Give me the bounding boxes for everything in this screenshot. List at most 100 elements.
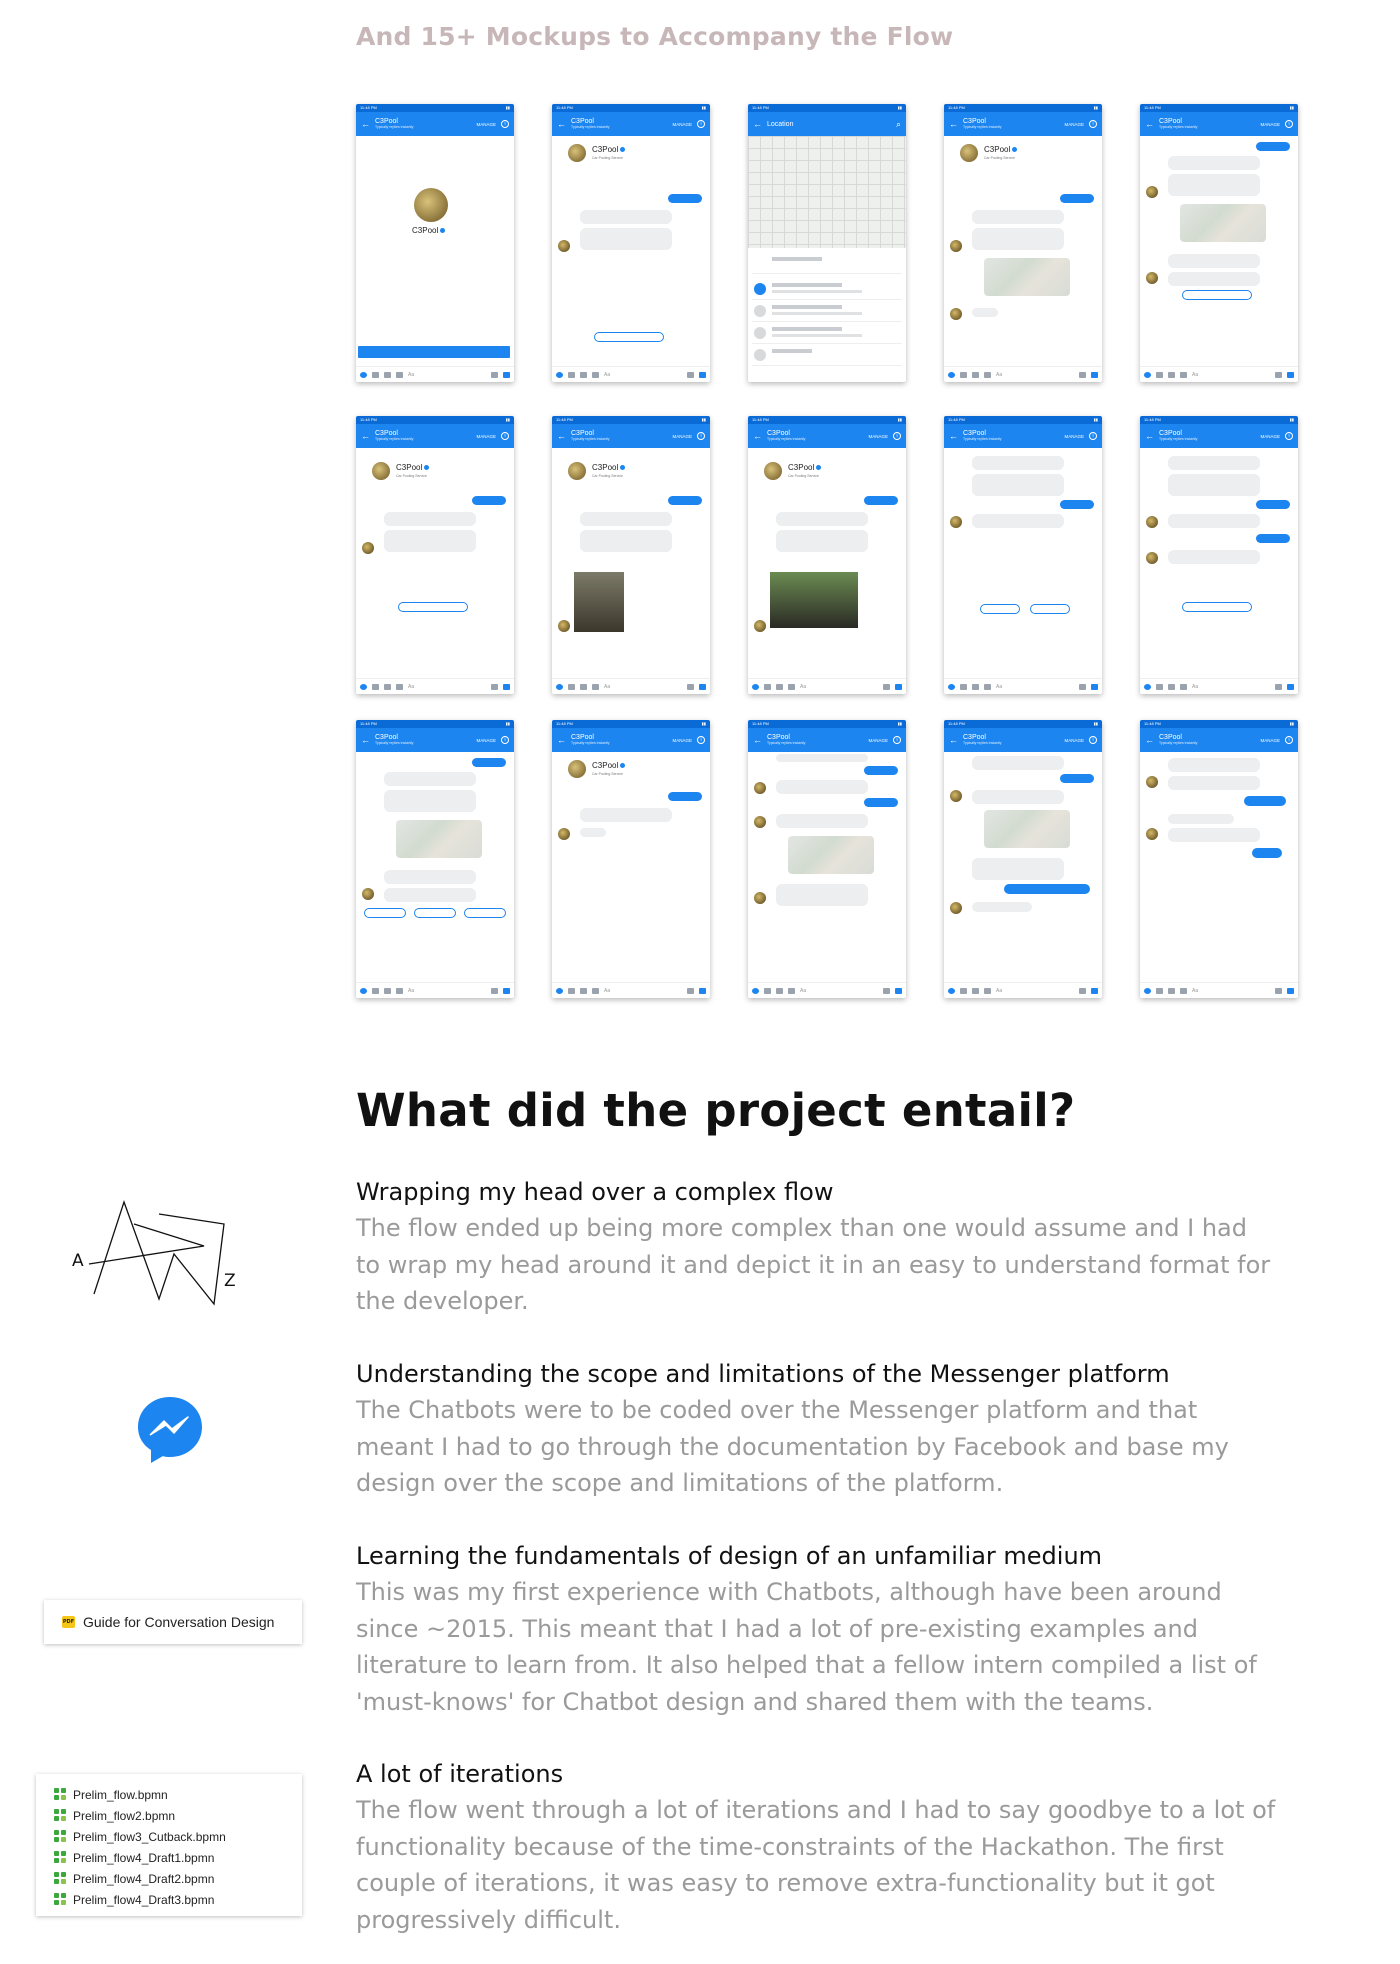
gallery-icon[interactable]	[384, 371, 391, 378]
camera-icon[interactable]	[1156, 371, 1163, 378]
emoji-icon[interactable]	[491, 371, 498, 378]
back-arrow-icon[interactable]: ←	[1145, 119, 1154, 129]
location-map[interactable]	[748, 136, 906, 248]
file-row[interactable]: Prelim_flow.bpmn	[54, 1784, 302, 1805]
mic-icon[interactable]	[984, 683, 991, 690]
info-icon[interactable]: i	[697, 736, 705, 744]
info-icon[interactable]: i	[1089, 736, 1097, 744]
message-input[interactable]: Aa	[604, 684, 682, 690]
manage-button[interactable]: MANAGE	[672, 738, 692, 743]
emoji-icon[interactable]	[1275, 987, 1282, 994]
get-started-button[interactable]	[358, 346, 510, 358]
camera-icon[interactable]	[568, 683, 575, 690]
gallery-icon[interactable]	[1168, 371, 1175, 378]
message-input[interactable]: Aa	[408, 372, 486, 378]
manage-button[interactable]: MANAGE	[1064, 434, 1084, 439]
emoji-icon[interactable]	[491, 987, 498, 994]
back-arrow-icon[interactable]: ←	[1145, 735, 1154, 745]
add-icon[interactable]	[360, 683, 367, 690]
camera-icon[interactable]	[372, 371, 379, 378]
info-icon[interactable]: i	[697, 120, 705, 128]
add-icon[interactable]	[1144, 683, 1151, 690]
add-icon[interactable]	[948, 371, 955, 378]
back-arrow-icon[interactable]: ←	[753, 431, 762, 441]
gallery-icon[interactable]	[1168, 987, 1175, 994]
info-icon[interactable]: i	[893, 432, 901, 440]
mic-icon[interactable]	[984, 987, 991, 994]
back-arrow-icon[interactable]: ←	[949, 431, 958, 441]
info-icon[interactable]: i	[1089, 120, 1097, 128]
emoji-icon[interactable]	[883, 683, 890, 690]
back-arrow-icon[interactable]: ←	[753, 119, 762, 129]
guide-document-card[interactable]: PDF Guide for Conversation Design	[44, 1600, 302, 1644]
camera-icon[interactable]	[960, 371, 967, 378]
manage-button[interactable]: MANAGE	[476, 122, 496, 127]
mic-icon[interactable]	[396, 371, 403, 378]
emoji-icon[interactable]	[1275, 683, 1282, 690]
info-icon[interactable]: i	[893, 736, 901, 744]
gallery-icon[interactable]	[972, 371, 979, 378]
like-icon[interactable]	[895, 987, 902, 994]
camera-icon[interactable]	[1156, 987, 1163, 994]
back-arrow-icon[interactable]: ←	[1145, 431, 1154, 441]
mic-icon[interactable]	[396, 683, 403, 690]
info-icon[interactable]: i	[501, 432, 509, 440]
gallery-icon[interactable]	[384, 987, 391, 994]
message-input[interactable]: Aa	[996, 684, 1074, 690]
camera-icon[interactable]	[372, 987, 379, 994]
send-location-button[interactable]	[1182, 602, 1252, 612]
manage-button[interactable]: MANAGE	[868, 738, 888, 743]
info-icon[interactable]: i	[1089, 432, 1097, 440]
emoji-icon[interactable]	[1275, 371, 1282, 378]
camera-icon[interactable]	[568, 371, 575, 378]
like-icon[interactable]	[1091, 683, 1098, 690]
emoji-icon[interactable]	[491, 683, 498, 690]
manage-button[interactable]: MANAGE	[672, 122, 692, 127]
info-icon[interactable]: i	[697, 432, 705, 440]
manage-button[interactable]: MANAGE	[1260, 738, 1280, 743]
add-icon[interactable]	[556, 987, 563, 994]
manage-button[interactable]: MANAGE	[476, 434, 496, 439]
gallery-icon[interactable]	[384, 683, 391, 690]
back-arrow-icon[interactable]: ←	[361, 431, 370, 441]
manage-button[interactable]: MANAGE	[1064, 738, 1084, 743]
emoji-icon[interactable]	[1079, 987, 1086, 994]
send-location-button[interactable]	[594, 332, 664, 342]
info-icon[interactable]: i	[1285, 736, 1293, 744]
send-location-button[interactable]	[398, 602, 468, 612]
mic-icon[interactable]	[1180, 683, 1187, 690]
gallery-icon[interactable]	[580, 683, 587, 690]
message-input[interactable]: Aa	[604, 372, 682, 378]
camera-icon[interactable]	[1156, 683, 1163, 690]
add-icon[interactable]	[948, 683, 955, 690]
camera-icon[interactable]	[764, 683, 771, 690]
file-row[interactable]: Prelim_flow4_Draft3.bpmn	[54, 1889, 302, 1910]
file-row[interactable]: Prelim_flow4_Draft2.bpmn	[54, 1868, 302, 1889]
camera-icon[interactable]	[568, 987, 575, 994]
message-input[interactable]: Aa	[408, 684, 486, 690]
emoji-icon[interactable]	[687, 683, 694, 690]
camera-icon[interactable]	[372, 683, 379, 690]
manage-button[interactable]: MANAGE	[1260, 434, 1280, 439]
info-icon[interactable]: i	[501, 736, 509, 744]
mic-icon[interactable]	[396, 987, 403, 994]
gallery-icon[interactable]	[776, 987, 783, 994]
info-icon[interactable]: i	[1285, 432, 1293, 440]
message-input[interactable]: Aa	[1192, 372, 1270, 378]
mic-icon[interactable]	[592, 371, 599, 378]
add-icon[interactable]	[360, 987, 367, 994]
message-input[interactable]: Aa	[996, 988, 1074, 994]
camera-icon[interactable]	[764, 987, 771, 994]
add-icon[interactable]	[1144, 987, 1151, 994]
like-icon[interactable]	[1287, 371, 1294, 378]
file-row[interactable]: Prelim_flow2.bpmn	[54, 1805, 302, 1826]
gallery-icon[interactable]	[580, 371, 587, 378]
emoji-icon[interactable]	[1079, 371, 1086, 378]
mic-icon[interactable]	[1180, 987, 1187, 994]
add-icon[interactable]	[1144, 371, 1151, 378]
like-icon[interactable]	[1287, 683, 1294, 690]
message-input[interactable]: Aa	[408, 988, 486, 994]
gallery-icon[interactable]	[972, 683, 979, 690]
no-button[interactable]	[1030, 604, 1070, 614]
message-input[interactable]: Aa	[996, 372, 1074, 378]
